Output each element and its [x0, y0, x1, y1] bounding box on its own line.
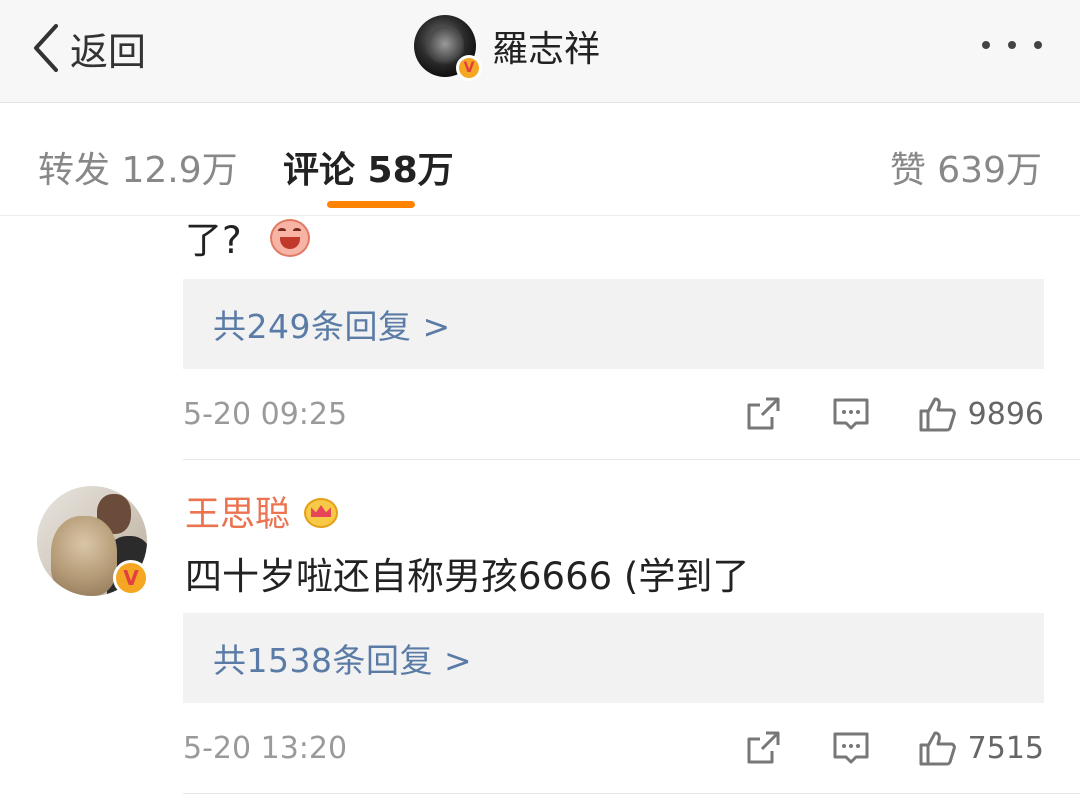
tab-repost[interactable]: 转发 12.9万: [38, 141, 238, 193]
share-icon[interactable]: [744, 395, 782, 433]
like-count: 7515: [967, 730, 1044, 766]
back-label: 返回: [70, 29, 147, 74]
comment-icon[interactable]: [832, 729, 870, 767]
more-options-button[interactable]: [982, 32, 1042, 58]
like-thumb-icon[interactable]: [918, 729, 956, 767]
profile-name: 羅志祥: [492, 29, 601, 70]
replies-count-label: 共1538条回复 >: [213, 641, 473, 680]
tab-comment[interactable]: 评论 58万: [283, 141, 454, 193]
commenter-name[interactable]: 王思聪: [185, 486, 290, 537]
commenter-avatar[interactable]: V: [37, 486, 149, 596]
chevron-left-icon: [34, 24, 58, 72]
comment-actions: 9896: [744, 389, 1044, 439]
comment-text-tail: 了?: [185, 219, 242, 262]
crown-icon: [302, 492, 340, 530]
verified-badge: V: [456, 55, 482, 81]
share-icon[interactable]: [744, 729, 782, 767]
avatar[interactable]: V: [414, 15, 482, 81]
active-tab-indicator: [327, 201, 415, 208]
comment-text: 四十岁啦还自称男孩6666 (学到了: [185, 555, 750, 598]
like-thumb-icon[interactable]: [918, 395, 956, 433]
divider: [183, 793, 1080, 794]
comment-timestamp: 5-20 09:25: [183, 396, 348, 432]
laughing-pig-emoji-icon: [268, 215, 312, 259]
profile-header[interactable]: V 羅志祥: [414, 14, 601, 81]
view-replies-button[interactable]: 共249条回复 >: [183, 279, 1044, 369]
comment-meta-row: 5-20 09:25 9896: [183, 389, 1044, 439]
divider: [183, 459, 1080, 460]
comment-text: 了?: [185, 212, 312, 262]
comment-icon[interactable]: [832, 395, 870, 433]
top-nav-bar: 返回 V 羅志祥: [0, 0, 1080, 103]
view-replies-button[interactable]: 共1538条回复 >: [183, 613, 1044, 703]
comment-meta-row: 5-20 13:20 7515: [183, 723, 1044, 773]
replies-count-label: 共249条回复 >: [213, 307, 451, 346]
comment-actions: 7515: [744, 723, 1044, 773]
commenter-name-row: 王思聪: [185, 486, 340, 537]
tab-like[interactable]: 赞 639万: [890, 141, 1042, 193]
more-dot-icon: [1008, 41, 1016, 49]
more-dot-icon: [1034, 41, 1042, 49]
more-dot-icon: [982, 41, 990, 49]
like-count: 9896: [967, 396, 1044, 432]
tab-bar: 转发 12.9万 评论 58万 赞 639万: [0, 103, 1080, 216]
verified-badge: V: [113, 560, 149, 596]
comment-timestamp: 5-20 13:20: [183, 730, 348, 766]
back-button[interactable]: 返回: [30, 20, 146, 76]
